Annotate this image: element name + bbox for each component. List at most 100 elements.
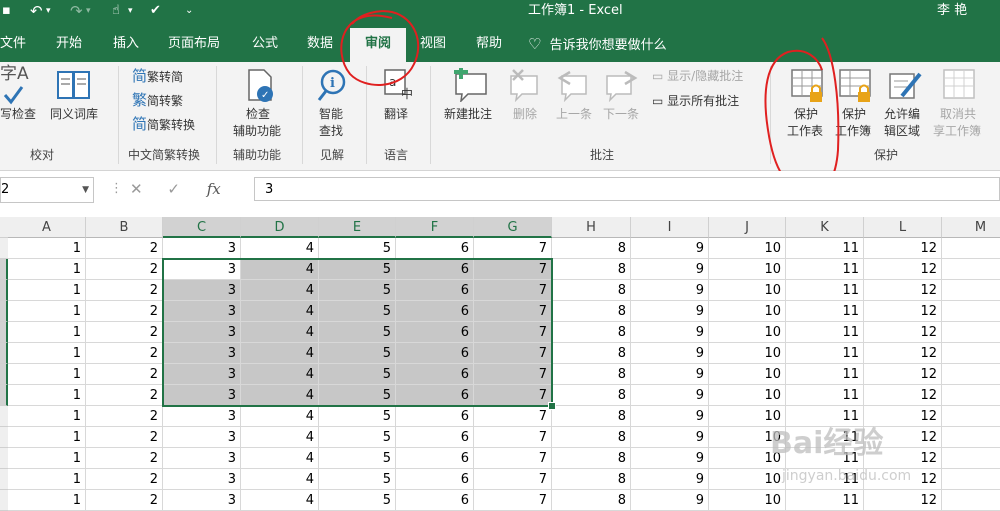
cell[interactable]: 1	[8, 301, 86, 322]
cell[interactable]: 4	[241, 406, 319, 427]
cell[interactable]: 10	[709, 427, 786, 448]
cell[interactable]: 5	[319, 469, 396, 490]
column-header-i[interactable]: I	[631, 217, 709, 238]
row-header[interactable]	[0, 490, 8, 511]
cell[interactable]: 9	[631, 364, 709, 385]
cell[interactable]: 7	[474, 448, 552, 469]
cell[interactable]: 6	[396, 238, 474, 259]
cell[interactable]: 4	[241, 469, 319, 490]
cell[interactable]: 6	[396, 469, 474, 490]
cell[interactable]: 2	[86, 259, 163, 280]
cell[interactable]: 5	[319, 406, 396, 427]
cell[interactable]: 9	[631, 385, 709, 406]
formula-bar-dots[interactable]: ⋮	[110, 177, 123, 201]
cell[interactable]: 6	[396, 490, 474, 511]
cell[interactable]: 10	[709, 448, 786, 469]
cell[interactable]: 12	[864, 259, 942, 280]
cell[interactable]: 5	[319, 385, 396, 406]
cell[interactable]: 9	[631, 238, 709, 259]
cell[interactable]: 4	[241, 259, 319, 280]
cell[interactable]: 2	[86, 469, 163, 490]
cell[interactable]: 4	[241, 427, 319, 448]
cell[interactable]: 10	[709, 238, 786, 259]
cell[interactable]	[942, 238, 1000, 259]
cell[interactable]: 8	[552, 238, 631, 259]
cell[interactable]: 11	[786, 448, 864, 469]
cell[interactable]	[942, 385, 1000, 406]
cell[interactable]: 12	[864, 406, 942, 427]
row-header[interactable]	[0, 406, 8, 427]
row-header[interactable]	[0, 322, 8, 343]
cell[interactable]: 8	[552, 448, 631, 469]
cell[interactable]: 1	[8, 364, 86, 385]
cell[interactable]: 6	[396, 448, 474, 469]
cell[interactable]: 7	[474, 364, 552, 385]
cell[interactable]: 6	[396, 301, 474, 322]
cell[interactable]: 12	[864, 343, 942, 364]
cell[interactable]: 3	[163, 385, 241, 406]
cell[interactable]: 9	[631, 406, 709, 427]
cell[interactable]: 4	[241, 280, 319, 301]
column-header-d[interactable]: D	[241, 217, 319, 238]
cell[interactable]: 8	[552, 301, 631, 322]
cell[interactable]: 8	[552, 385, 631, 406]
cell[interactable]: 10	[709, 385, 786, 406]
cell[interactable]: 9	[631, 469, 709, 490]
insert-function-icon[interactable]: fx	[207, 180, 221, 198]
cell[interactable]: 8	[552, 364, 631, 385]
cell[interactable]: 7	[474, 238, 552, 259]
cell[interactable]: 9	[631, 301, 709, 322]
cell[interactable]: 9	[631, 427, 709, 448]
cell[interactable]: 11	[786, 322, 864, 343]
cell[interactable]	[942, 301, 1000, 322]
cell[interactable]: 7	[474, 259, 552, 280]
cell[interactable]: 3	[163, 364, 241, 385]
cell[interactable]: 10	[709, 301, 786, 322]
cell[interactable]: 12	[864, 238, 942, 259]
cell[interactable]: 5	[319, 301, 396, 322]
cell[interactable]: 10	[709, 490, 786, 511]
cell[interactable]: 8	[552, 406, 631, 427]
cell[interactable]	[942, 343, 1000, 364]
cell[interactable]: 1	[8, 385, 86, 406]
formula-input[interactable]: 3	[254, 177, 1000, 201]
cell[interactable]: 4	[241, 448, 319, 469]
cell[interactable]: 8	[552, 427, 631, 448]
cell[interactable]: 12	[864, 280, 942, 301]
cell[interactable]: 10	[709, 469, 786, 490]
cell[interactable]	[942, 469, 1000, 490]
cell[interactable]: 7	[474, 343, 552, 364]
cell[interactable]: 2	[86, 385, 163, 406]
cell[interactable]	[942, 490, 1000, 511]
row-header[interactable]	[0, 280, 8, 301]
cell[interactable]: 5	[319, 238, 396, 259]
cell[interactable]: 2	[86, 364, 163, 385]
cell[interactable]: 10	[709, 364, 786, 385]
column-header-f[interactable]: F	[396, 217, 474, 238]
cell[interactable]: 12	[864, 364, 942, 385]
cell[interactable]: 1	[8, 448, 86, 469]
cell[interactable]: 6	[396, 385, 474, 406]
cell[interactable]: 4	[241, 490, 319, 511]
cell[interactable]: 3	[163, 280, 241, 301]
cell[interactable]: 4	[241, 322, 319, 343]
cell[interactable]: 7	[474, 385, 552, 406]
cell[interactable]: 2	[86, 280, 163, 301]
cell[interactable]: 3	[163, 238, 241, 259]
cell[interactable]: 5	[319, 259, 396, 280]
cell[interactable]: 1	[8, 469, 86, 490]
cell[interactable]: 11	[786, 364, 864, 385]
cell[interactable]: 9	[631, 322, 709, 343]
cell[interactable]: 9	[631, 490, 709, 511]
column-header-g[interactable]: G	[474, 217, 552, 238]
cell[interactable]: 11	[786, 385, 864, 406]
cell[interactable]: 1	[8, 490, 86, 511]
cell[interactable]: 8	[552, 343, 631, 364]
cell[interactable]: 7	[474, 469, 552, 490]
row-header[interactable]	[0, 301, 8, 322]
cell[interactable]	[942, 280, 1000, 301]
cell[interactable]: 4	[241, 301, 319, 322]
cell[interactable]: 1	[8, 238, 86, 259]
cell[interactable]: 11	[786, 343, 864, 364]
cell[interactable]: 6	[396, 343, 474, 364]
